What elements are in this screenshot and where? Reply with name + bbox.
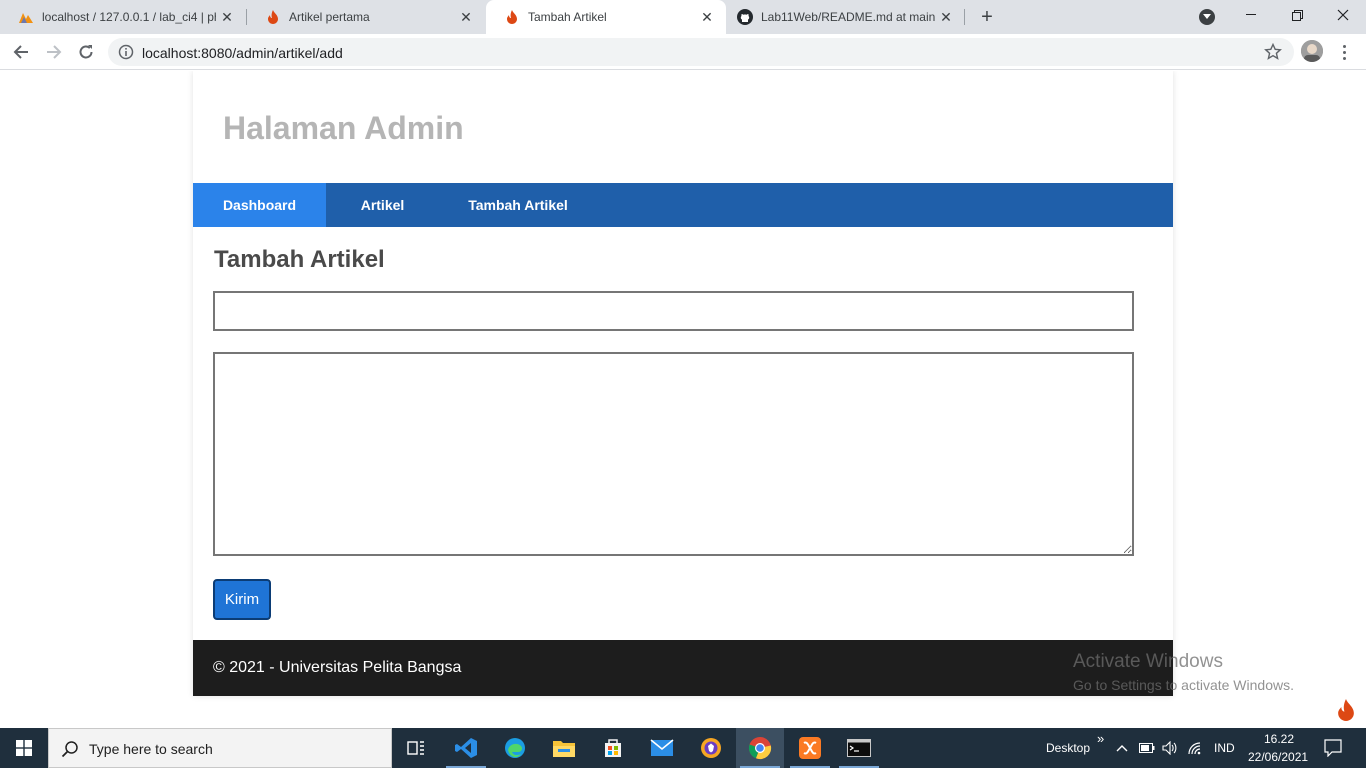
toolbar-overflow-chevron[interactable]: » bbox=[1097, 731, 1104, 746]
site-footer: © 2021 - Universitas Pelita Bangsa bbox=[193, 640, 1173, 696]
tab-artikel-pertama[interactable]: Artikel pertama ✕ bbox=[247, 0, 485, 34]
page-heading: Tambah Artikel bbox=[214, 246, 385, 273]
article-body-textarea[interactable] bbox=[213, 352, 1134, 556]
new-tab-button[interactable]: + bbox=[975, 5, 999, 29]
restore-button[interactable] bbox=[1274, 0, 1320, 30]
tab-tambah-artikel[interactable]: Tambah Artikel ✕ bbox=[486, 0, 726, 34]
url-text[interactable]: localhost:8080/admin/artikel/add bbox=[142, 45, 343, 61]
search-icon bbox=[61, 740, 79, 758]
back-button[interactable] bbox=[7, 38, 35, 66]
close-icon[interactable]: ✕ bbox=[216, 6, 238, 28]
microsoft-store-icon[interactable] bbox=[589, 728, 637, 768]
page-container: Halaman Admin Dashboard Artikel Tambah A… bbox=[193, 71, 1173, 696]
tab-phpmyadmin[interactable]: localhost / 127.0.0.1 / lab_ci4 | php ✕ bbox=[0, 0, 246, 34]
clock-time[interactable]: 16.22 bbox=[1264, 732, 1294, 746]
watermark-line-2: Go to Settings to activate Windows. bbox=[1073, 677, 1294, 693]
profile-avatar[interactable] bbox=[1301, 40, 1323, 62]
desktop-toolbar-label[interactable]: Desktop bbox=[1046, 741, 1090, 755]
browser-toolbar: localhost:8080/admin/artikel/add bbox=[0, 34, 1366, 70]
chevron-up-icon[interactable] bbox=[1114, 740, 1130, 756]
minimize-button[interactable] bbox=[1228, 0, 1274, 30]
language-indicator[interactable]: IND bbox=[1214, 741, 1235, 755]
submit-button[interactable]: Kirim bbox=[213, 579, 271, 620]
github-icon bbox=[737, 9, 753, 25]
bookmark-star-icon[interactable] bbox=[1264, 42, 1282, 61]
nav-dashboard[interactable]: Dashboard bbox=[193, 183, 326, 227]
mail-icon[interactable] bbox=[638, 728, 686, 768]
close-icon[interactable]: ✕ bbox=[696, 6, 718, 28]
address-bar[interactable]: localhost:8080/admin/artikel/add bbox=[108, 38, 1294, 66]
forward-button[interactable] bbox=[40, 38, 68, 66]
footer-copyright: © 2021 - Universitas Pelita Bangsa bbox=[213, 659, 462, 676]
nav-artikel[interactable]: Artikel bbox=[326, 183, 439, 227]
windows-start-icon[interactable] bbox=[0, 728, 48, 768]
tab-separator bbox=[964, 9, 965, 25]
tab-title: Lab11Web/README.md at main bbox=[761, 10, 935, 24]
site-title: Halaman Admin bbox=[223, 110, 464, 146]
xampp-icon[interactable] bbox=[786, 728, 834, 768]
close-icon[interactable]: ✕ bbox=[455, 6, 477, 28]
wifi-icon[interactable] bbox=[1187, 740, 1203, 756]
terminal-icon[interactable] bbox=[835, 728, 883, 768]
nav-tambah-artikel[interactable]: Tambah Artikel bbox=[439, 183, 597, 227]
info-icon[interactable] bbox=[118, 44, 134, 60]
tab-github-readme[interactable]: Lab11Web/README.md at main ✕ bbox=[727, 0, 965, 34]
phpmyadmin-icon bbox=[18, 9, 34, 25]
task-view-icon[interactable] bbox=[392, 728, 440, 768]
close-window-button[interactable] bbox=[1320, 0, 1366, 30]
edge-icon[interactable] bbox=[491, 728, 539, 768]
clock-date[interactable]: 22/06/2021 bbox=[1248, 750, 1308, 764]
codeigniter-icon bbox=[265, 9, 281, 25]
chrome-icon[interactable] bbox=[736, 728, 784, 768]
article-title-input[interactable] bbox=[213, 291, 1134, 331]
search-placeholder: Type here to search bbox=[89, 741, 213, 757]
codeigniter-toolbar-icon[interactable] bbox=[1336, 699, 1358, 723]
activate-windows-watermark: Activate Windows Go to Settings to activ… bbox=[1073, 651, 1294, 693]
notification-icon[interactable] bbox=[1324, 739, 1342, 757]
tab-title: Artikel pertama bbox=[289, 10, 370, 24]
reload-button[interactable] bbox=[72, 38, 100, 66]
battery-icon[interactable] bbox=[1139, 740, 1155, 756]
browser-tab-strip: localhost / 127.0.0.1 / lab_ci4 | php ✕ … bbox=[0, 0, 1366, 34]
browser-menu-icon[interactable] bbox=[1336, 42, 1352, 62]
codeigniter-icon bbox=[504, 9, 520, 25]
taskbar-search-box[interactable]: Type here to search bbox=[48, 728, 392, 768]
page-viewport: Halaman Admin Dashboard Artikel Tambah A… bbox=[0, 71, 1366, 728]
volume-icon[interactable] bbox=[1162, 740, 1178, 756]
tab-title: localhost / 127.0.0.1 / lab_ci4 | php bbox=[42, 10, 216, 24]
vscode-icon[interactable] bbox=[442, 728, 490, 768]
file-explorer-icon[interactable] bbox=[540, 728, 588, 768]
tab-title: Tambah Artikel bbox=[528, 10, 607, 24]
main-nav: Dashboard Artikel Tambah Artikel bbox=[193, 183, 1173, 227]
close-icon[interactable]: ✕ bbox=[935, 6, 957, 28]
watermark-line-1: Activate Windows bbox=[1073, 651, 1223, 672]
brave-shield-icon[interactable] bbox=[687, 728, 735, 768]
tab-search-icon[interactable] bbox=[1199, 9, 1215, 25]
windows-taskbar: Type here to search Desktop » IND 16.22 … bbox=[0, 728, 1366, 768]
site-header: Halaman Admin bbox=[193, 71, 1173, 183]
